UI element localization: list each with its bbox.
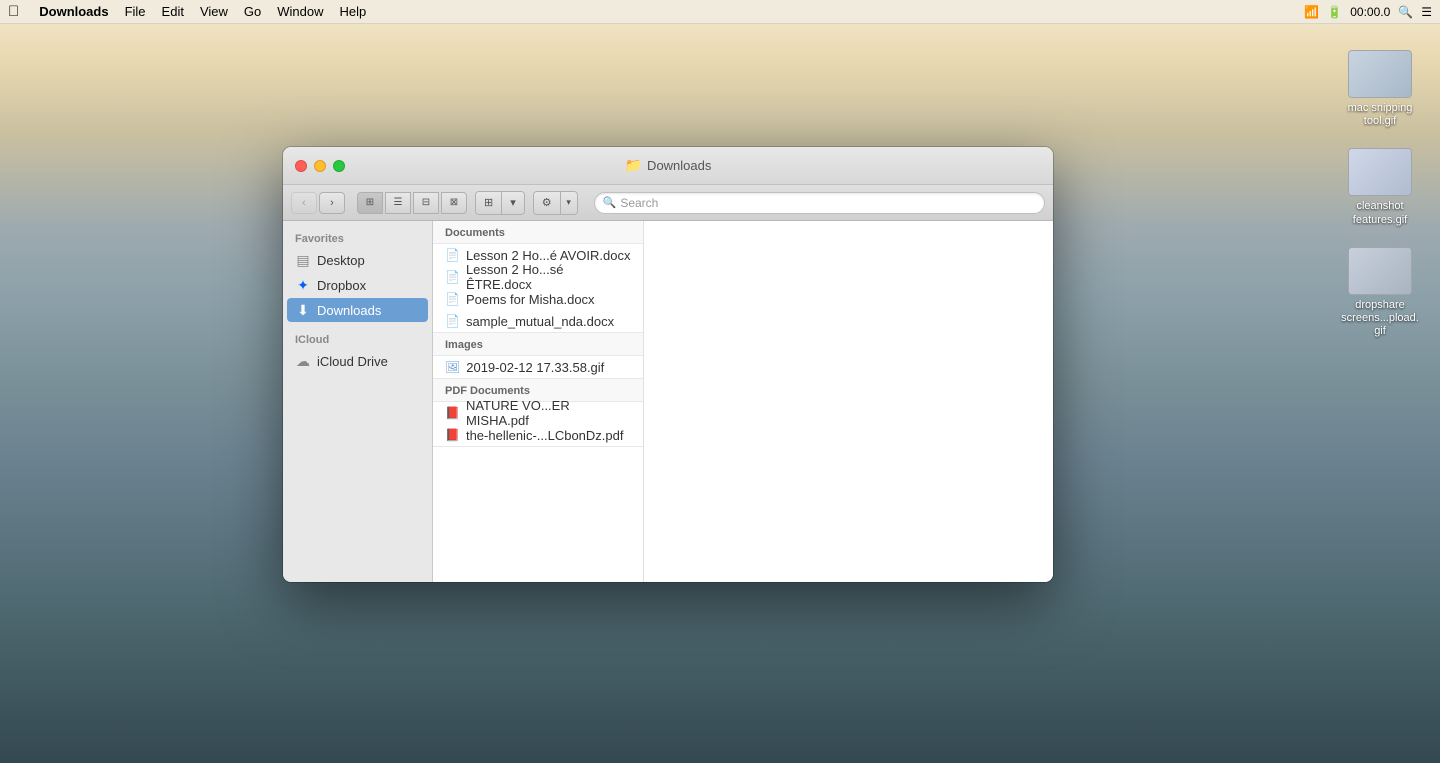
back-button[interactable]: ‹ — [291, 192, 317, 214]
menubar-help[interactable]: Help — [340, 4, 367, 19]
cover-flow-button[interactable]: ⊠ — [441, 192, 467, 214]
sidebar-item-icloud-label: iCloud Drive — [317, 354, 388, 369]
favorites-section-label: Favorites — [283, 229, 432, 247]
forward-button[interactable]: › — [319, 192, 345, 214]
menubar-right: 📶 🔋 00:00.0 🔍 ☰ — [1304, 5, 1432, 19]
sidebar-item-downloads-label: Downloads — [317, 303, 381, 318]
file-item[interactable]: 📄 Lesson 2 Ho...sé ÊTRE.docx — [433, 266, 643, 288]
docx-icon: 📄 — [445, 314, 460, 328]
content-area: Favorites ▤ Desktop ✦ Dropbox ⬇ Download… — [283, 221, 1053, 582]
desktop-icon-label-0: mac snipping tool.gif — [1340, 102, 1420, 128]
action-main-button[interactable]: ⚙ — [534, 192, 561, 214]
desktop-icon-label-2: dropshare screens...pload.gif — [1340, 299, 1420, 339]
file-item[interactable]: 🖼 2019-02-12 17.33.58.gif — [433, 356, 643, 378]
desktop-icon-sidebar: ▤ — [295, 252, 311, 269]
desktop-icon-thumb-0 — [1348, 50, 1412, 98]
nav-buttons: ‹ › — [291, 192, 345, 214]
desktop-icon-1[interactable]: cleanshot features.gif — [1340, 148, 1420, 226]
search-bar[interactable]: 🔍 Search — [594, 192, 1045, 214]
file-name: 2019-02-12 17.33.58.gif — [466, 360, 604, 375]
desktop-icon-thumb-2 — [1348, 247, 1412, 295]
icon-view-button[interactable]: ⊞ — [357, 192, 383, 214]
file-item[interactable]: 📄 sample_mutual_nda.docx — [433, 310, 643, 332]
icloud-icon: ☁ — [295, 353, 311, 370]
menubar-go[interactable]: Go — [244, 4, 261, 19]
file-name: Lesson 2 Ho...sé ÊTRE.docx — [466, 262, 631, 292]
file-name: sample_mutual_nda.docx — [466, 314, 614, 329]
finder-window: 📁 Downloads ‹ › ⊞ ☰ ⊟ ⊠ ⊞ ▾ ⚙ ▾ 🔍 Search — [283, 147, 1053, 582]
search-icon: 🔍 — [603, 196, 617, 209]
images-header: Images — [433, 333, 643, 356]
window-title-text: Downloads — [647, 158, 711, 173]
menubar-file[interactable]: File — [125, 4, 146, 19]
sidebar: Favorites ▤ Desktop ✦ Dropbox ⬇ Download… — [283, 221, 433, 582]
dropbox-icon: ✦ — [295, 277, 311, 294]
preview-pane — [643, 221, 1053, 582]
file-name: the-hellenic-...LCbonDz.pdf — [466, 428, 624, 443]
group-by-button[interactable]: ⊞ — [476, 192, 502, 214]
docx-icon: 📄 — [445, 270, 460, 284]
icloud-section-label: iCloud — [283, 330, 432, 348]
file-name: Poems for Misha.docx — [466, 292, 595, 307]
sidebar-item-dropbox[interactable]: ✦ Dropbox — [287, 273, 428, 297]
desktop-icon-2[interactable]: dropshare screens...pload.gif — [1340, 247, 1420, 339]
menubar-left:  Downloads File Edit View Go Window Hel… — [8, 3, 366, 20]
sidebar-item-desktop[interactable]: ▤ Desktop — [287, 248, 428, 272]
apple-menu-icon[interactable]:  — [8, 3, 19, 20]
sidebar-item-downloads[interactable]: ⬇ Downloads — [287, 298, 428, 322]
folder-icon: 📁 — [625, 157, 642, 174]
search-placeholder: Search — [620, 196, 658, 210]
column-view-button[interactable]: ⊟ — [413, 192, 439, 214]
file-area: Documents 📄 Lesson 2 Ho...é AVOIR.docx 📄… — [433, 221, 643, 582]
traffic-lights — [295, 160, 345, 172]
action-dropdown-button[interactable]: ▾ — [561, 192, 577, 214]
desktop-icon-thumb-1 — [1348, 148, 1412, 196]
gif-icon: 🖼 — [445, 360, 460, 374]
file-name: NATURE VO...ER MISHA.pdf — [466, 398, 631, 428]
view-buttons: ⊞ ☰ ⊟ ⊠ — [357, 192, 467, 214]
action-button: ⚙ ▾ — [533, 191, 578, 215]
menubar-app-name[interactable]: Downloads — [39, 4, 108, 19]
menubar-edit[interactable]: Edit — [162, 4, 184, 19]
desktop-icons: mac snipping tool.gif cleanshot features… — [1340, 50, 1420, 338]
minimize-button[interactable] — [314, 160, 326, 172]
pdf-icon: 📕 — [445, 428, 460, 442]
file-item[interactable]: 📕 the-hellenic-...LCbonDz.pdf — [433, 424, 643, 446]
control-center-icon[interactable]: ☰ — [1421, 5, 1432, 19]
menubar-window[interactable]: Window — [277, 4, 323, 19]
window-title: 📁 Downloads — [625, 157, 712, 174]
downloads-icon: ⬇ — [295, 302, 311, 319]
wifi-icon: 📶 — [1304, 5, 1319, 19]
sidebar-item-icloud-drive[interactable]: ☁ iCloud Drive — [287, 349, 428, 373]
title-bar: 📁 Downloads — [283, 147, 1053, 185]
list-view-button[interactable]: ☰ — [385, 192, 411, 214]
sidebar-item-desktop-label: Desktop — [317, 253, 365, 268]
sidebar-item-dropbox-label: Dropbox — [317, 278, 366, 293]
file-group-documents: Documents 📄 Lesson 2 Ho...é AVOIR.docx 📄… — [433, 221, 643, 333]
battery-icon: 🔋 — [1327, 5, 1342, 19]
group-button: ⊞ ▾ — [475, 191, 525, 215]
file-name: Lesson 2 Ho...é AVOIR.docx — [466, 248, 631, 263]
search-menubar-icon[interactable]: 🔍 — [1398, 5, 1413, 19]
file-item[interactable]: 📕 NATURE VO...ER MISHA.pdf — [433, 402, 643, 424]
file-group-pdf: PDF Documents 📕 NATURE VO...ER MISHA.pdf… — [433, 379, 643, 447]
file-group-images: Images 🖼 2019-02-12 17.33.58.gif — [433, 333, 643, 379]
menubar-view[interactable]: View — [200, 4, 228, 19]
close-button[interactable] — [295, 160, 307, 172]
documents-header: Documents — [433, 221, 643, 244]
menubar:  Downloads File Edit View Go Window Hel… — [0, 0, 1440, 24]
pdf-icon: 📕 — [445, 406, 460, 420]
toolbar: ‹ › ⊞ ☰ ⊟ ⊠ ⊞ ▾ ⚙ ▾ 🔍 Search — [283, 185, 1053, 221]
docx-icon: 📄 — [445, 248, 460, 262]
group-dropdown-button[interactable]: ▾ — [502, 192, 524, 214]
maximize-button[interactable] — [333, 160, 345, 172]
desktop-icon-0[interactable]: mac snipping tool.gif — [1340, 50, 1420, 128]
docx-icon: 📄 — [445, 292, 460, 306]
desktop-icon-label-1: cleanshot features.gif — [1340, 200, 1420, 226]
clock-display: 00:00.0 — [1350, 5, 1390, 19]
